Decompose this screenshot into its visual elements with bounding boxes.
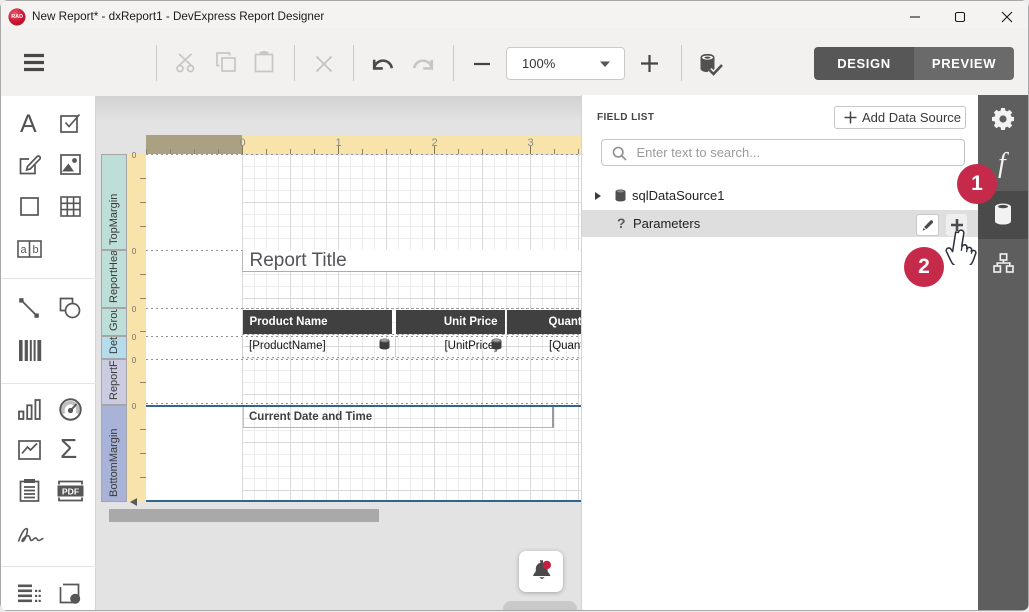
svg-text:a: a — [21, 244, 28, 256]
svg-text:b: b — [33, 244, 39, 256]
svg-text:PDF: PDF — [62, 486, 79, 496]
svg-text:i: i — [74, 595, 77, 604]
